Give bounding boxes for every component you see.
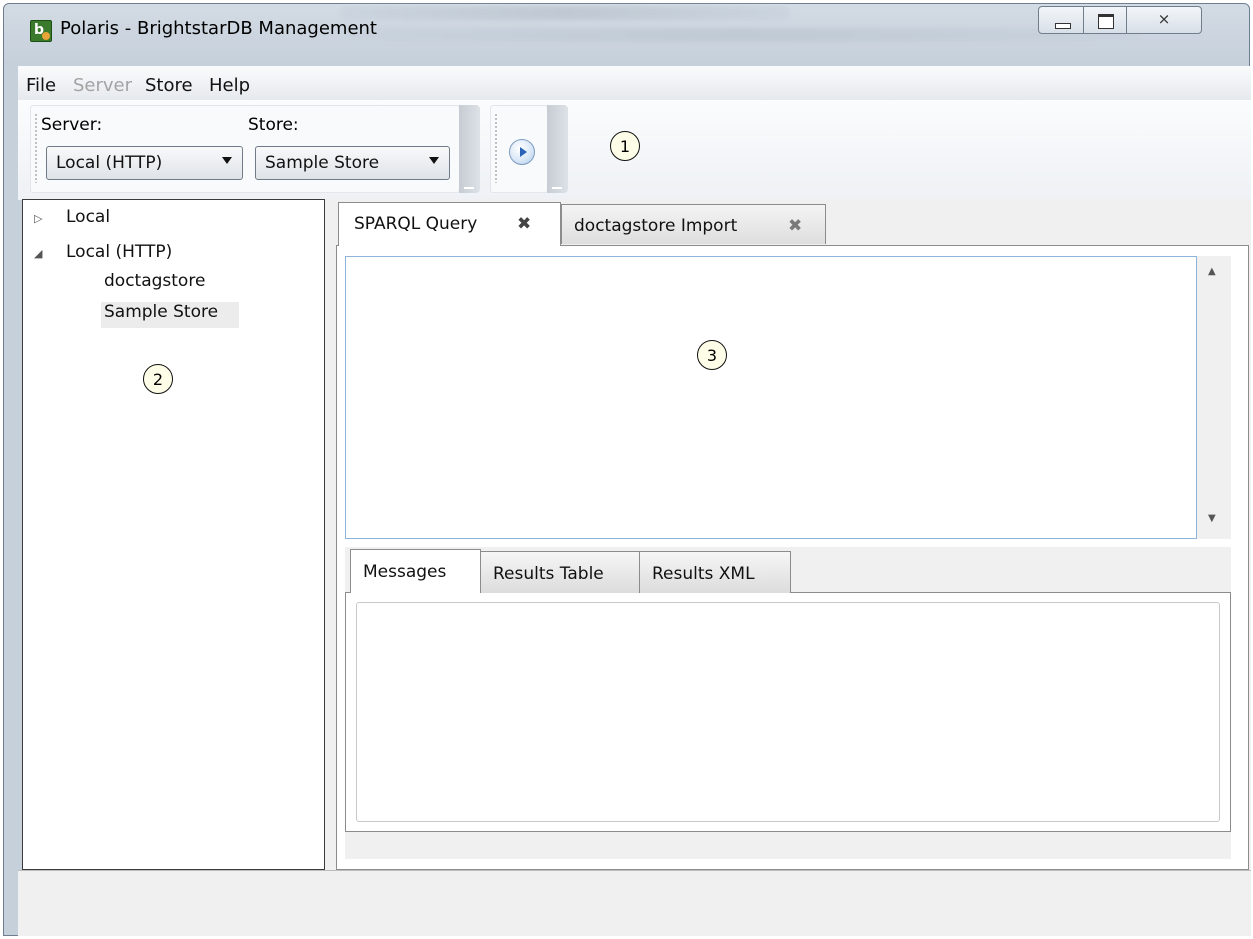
expand-icon[interactable]: ▷ bbox=[34, 212, 42, 225]
callout-marker: 2 bbox=[143, 364, 173, 394]
tab-sparql-query[interactable]: SPARQL Query ✖ bbox=[338, 202, 561, 246]
menu-store[interactable]: Store bbox=[145, 75, 193, 96]
callout-marker: 3 bbox=[697, 340, 727, 370]
menu-bar bbox=[18, 66, 1251, 100]
store-select[interactable]: Sample Store bbox=[255, 146, 450, 180]
tree-node-local[interactable]: Local bbox=[66, 207, 110, 227]
app-logo-icon: b bbox=[30, 20, 52, 42]
tab-label: doctagstore Import bbox=[574, 216, 738, 236]
status-bar bbox=[18, 870, 1251, 936]
close-button[interactable]: ⨯ bbox=[1126, 6, 1202, 34]
tab-label: Results XML bbox=[652, 564, 755, 584]
play-circle-icon bbox=[520, 147, 527, 157]
scroll-up-icon[interactable]: ▲ bbox=[1208, 266, 1216, 277]
background-window-blur bbox=[340, 28, 1140, 42]
maximize-button[interactable] bbox=[1083, 6, 1127, 34]
toolbar-overflow-button[interactable] bbox=[459, 105, 480, 193]
sparql-query-editor[interactable] bbox=[345, 256, 1197, 539]
panel-splitter[interactable] bbox=[325, 199, 336, 870]
toolbar-overflow-button[interactable] bbox=[547, 105, 568, 193]
overflow-icon bbox=[464, 177, 474, 189]
tab-label: SPARQL Query bbox=[354, 214, 478, 234]
tree-node-local-http[interactable]: Local (HTTP) bbox=[66, 242, 172, 262]
menu-help[interactable]: Help bbox=[209, 75, 250, 96]
server-select[interactable]: Local (HTTP) bbox=[46, 146, 243, 180]
chevron-down-icon bbox=[429, 157, 439, 164]
server-select-value: Local (HTTP) bbox=[56, 153, 163, 173]
editor-scrollbar[interactable]: ▲ ▼ bbox=[1197, 256, 1231, 539]
close-icon: ⨯ bbox=[1157, 10, 1171, 28]
overflow-icon bbox=[552, 177, 562, 189]
tab-label: Results Table bbox=[493, 564, 604, 584]
run-query-button[interactable] bbox=[509, 139, 535, 165]
minimize-icon bbox=[1055, 23, 1071, 29]
store-label: Store: bbox=[248, 115, 299, 135]
scroll-down-icon[interactable]: ▼ bbox=[1208, 513, 1216, 524]
tree-node-sample-store[interactable]: Sample Store bbox=[104, 302, 218, 322]
toolbar-grip-dots[interactable] bbox=[495, 113, 497, 183]
messages-output[interactable] bbox=[356, 602, 1220, 822]
tab-messages[interactable]: Messages bbox=[350, 549, 481, 593]
tab-doctagstore-import[interactable]: doctagstore Import ✖ bbox=[561, 204, 826, 244]
store-select-value: Sample Store bbox=[265, 153, 380, 173]
close-tab-icon[interactable]: ✖ bbox=[788, 216, 802, 236]
minimize-button[interactable] bbox=[1038, 6, 1084, 34]
menu-file[interactable]: File bbox=[26, 75, 56, 96]
chevron-down-icon bbox=[222, 157, 232, 164]
store-tree-panel bbox=[22, 199, 325, 870]
background-window-blur bbox=[340, 6, 790, 20]
collapse-icon[interactable]: ◢ bbox=[34, 247, 42, 260]
tab-results-xml[interactable]: Results XML bbox=[639, 551, 791, 593]
maximize-icon bbox=[1098, 14, 1114, 29]
menu-server[interactable]: Server bbox=[73, 75, 132, 96]
tab-results-table[interactable]: Results Table bbox=[480, 551, 640, 593]
window-title: Polaris - BrightstarDB Management bbox=[60, 18, 377, 39]
close-tab-icon[interactable]: ✖ bbox=[517, 214, 531, 234]
tree-node-doctagstore[interactable]: doctagstore bbox=[104, 271, 205, 291]
callout-marker: 1 bbox=[610, 131, 640, 161]
server-label: Server: bbox=[41, 115, 103, 135]
toolbar-grip-dots[interactable] bbox=[35, 113, 37, 183]
tab-label: Messages bbox=[363, 562, 447, 582]
